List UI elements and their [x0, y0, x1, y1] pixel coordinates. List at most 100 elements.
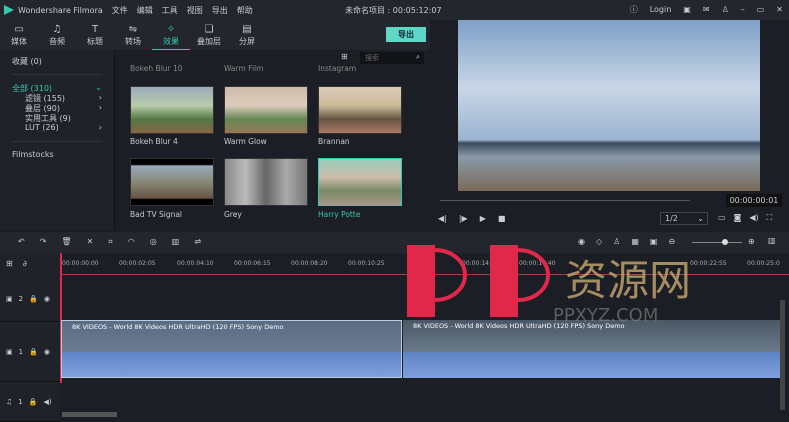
info-icon[interactable]: ⓘ	[630, 4, 638, 15]
track-number: 1	[18, 397, 23, 406]
tab-effects[interactable]: ✧ 效果	[152, 20, 190, 50]
link-icon[interactable]: ∂	[23, 259, 27, 269]
effect-thumb-brannan[interactable]	[318, 86, 402, 134]
menu-edit[interactable]: 编辑	[137, 6, 153, 15]
tab-titles[interactable]: T 标题	[76, 20, 114, 50]
effect-thumb-bokeh-blur-4[interactable]	[130, 86, 214, 134]
timeline-horizontal-scrollbar[interactable]	[62, 412, 117, 417]
all-label: 全部 (310)	[12, 84, 53, 93]
notification-icon[interactable]: ♙	[722, 5, 729, 14]
track-number: 1	[18, 347, 24, 356]
sidebar-item-filters[interactable]: 滤镜 (155) ›	[12, 93, 102, 103]
favorites-label: 收藏 (0)	[12, 57, 42, 66]
effect-thumb-bad-tv-signal[interactable]	[130, 158, 214, 206]
effects-icon: ✧	[166, 24, 176, 35]
timeline-vertical-scrollbar[interactable]	[780, 300, 785, 410]
zoom-out-icon[interactable]: ⊖	[668, 237, 675, 246]
menu-help[interactable]: 帮助	[237, 6, 253, 15]
pip-icon[interactable]: ▣	[650, 237, 658, 246]
effect-thumb-grey[interactable]	[224, 158, 308, 206]
panel-toggle-icon[interactable]: ▥	[768, 236, 776, 245]
effect-thumb-warm-glow[interactable]	[224, 86, 308, 134]
divider	[12, 141, 102, 142]
lock-icon[interactable]: 🔒	[29, 348, 38, 356]
grid-view-icon[interactable]: ⊞	[341, 52, 348, 61]
tab-label: 音频	[49, 37, 65, 46]
voiceover-icon[interactable]: ♙	[613, 237, 620, 246]
preview-video	[458, 20, 760, 191]
snapshot-icon[interactable]: ◙	[734, 213, 742, 223]
zoom-in-icon[interactable]: ⊕	[748, 237, 755, 246]
item-label: 实用工具 (9)	[25, 114, 71, 123]
zoom-slider[interactable]	[692, 239, 742, 245]
timeline-ruler[interactable]: 00:00:00:00 00:00:02:05 00:00:04:10 00:0…	[60, 253, 789, 275]
title-icon: T	[91, 24, 99, 35]
export-button[interactable]: 导出	[386, 27, 426, 42]
minimize-button[interactable]: –	[741, 5, 745, 14]
stop-button[interactable]: ■	[498, 214, 506, 223]
speed-icon[interactable]: ◠	[128, 237, 135, 247]
prev-frame-button[interactable]: ◀|	[438, 214, 447, 223]
lock-icon[interactable]: 🔒	[29, 295, 38, 303]
edit-tools: ↶ ↷ 🗑 ✕ ⌗ ◠ ◎ ▥ ⇌	[18, 237, 201, 247]
menu-export[interactable]: 导出	[212, 6, 228, 15]
lock-icon[interactable]: 🔒	[29, 398, 38, 406]
tab-media[interactable]: ▭ 媒体	[0, 20, 38, 50]
mail-icon[interactable]: ✉	[703, 5, 710, 14]
search-input[interactable]: 搜索	[360, 52, 424, 64]
audio-mixer-icon[interactable]: ▦	[631, 237, 639, 246]
login-link[interactable]: Login	[650, 5, 672, 14]
cut-icon[interactable]: ✕	[87, 237, 94, 247]
tab-transitions[interactable]: ⇋ 转场	[114, 20, 152, 50]
sidebar-item-all[interactable]: 全部 (310) ⌄	[12, 83, 102, 93]
tab-split-screen[interactable]: ▤ 分屏	[228, 20, 266, 50]
search-icon[interactable]: ⌕	[416, 53, 420, 62]
volume-icon[interactable]: ◀)	[749, 213, 758, 223]
undo-icon[interactable]: ↶	[18, 237, 25, 247]
video-clip[interactable]: 8K VIDEOS - World 8K Videos HDR UltraHD …	[61, 320, 402, 378]
green-screen-icon[interactable]: ▥	[172, 237, 180, 247]
zoom-slider-handle[interactable]	[722, 239, 728, 245]
redo-icon[interactable]: ↷	[40, 237, 47, 247]
fullscreen-icon[interactable]: ⛶	[767, 213, 773, 223]
render-icon[interactable]: ◉	[578, 237, 585, 246]
crop-icon[interactable]: ⌗	[108, 237, 113, 247]
tab-label: 转场	[125, 37, 141, 46]
tab-label: 媒体	[11, 37, 27, 46]
marker-icon[interactable]: ◇	[596, 237, 602, 246]
menu-tools[interactable]: 工具	[162, 6, 178, 15]
video-clip[interactable]: 8K VIDEOS - World 8K Videos HDR UltraHD …	[403, 320, 781, 378]
chevron-right-icon: ›	[98, 93, 102, 102]
tick-label: 00:00:00:00	[62, 260, 99, 267]
track-header-audio-1: ♫ 1 🔒 ◀)	[0, 382, 60, 422]
tab-overlays[interactable]: ❏ 叠加层	[190, 20, 228, 50]
tab-audio[interactable]: ♫ 音频	[38, 20, 76, 50]
audio-adjust-icon[interactable]: ⇌	[194, 237, 201, 247]
color-icon[interactable]: ◎	[150, 237, 157, 247]
purchase-icon[interactable]: ▣	[683, 5, 691, 14]
display-icon[interactable]: ▭	[718, 213, 726, 223]
playback-controls: ◀| |▶ ▶ ■	[438, 214, 505, 223]
sidebar-item-favorites[interactable]: 收藏 (0)	[12, 56, 102, 66]
tick-label: 00:00:06:15	[234, 260, 271, 267]
preview-scrubber[interactable]	[440, 200, 690, 201]
menu-view[interactable]: 视图	[187, 6, 203, 15]
menu-file[interactable]: 文件	[112, 6, 128, 15]
sidebar-item-utility[interactable]: 实用工具 (9)	[12, 113, 102, 123]
preview-quality-select[interactable]: 1/2 ⌄	[660, 212, 708, 225]
close-button[interactable]: ✕	[776, 5, 783, 14]
maximize-button[interactable]: ▭	[757, 5, 765, 14]
delete-icon[interactable]: 🗑	[61, 237, 71, 247]
add-track-icon[interactable]: ⊞	[6, 259, 13, 269]
speaker-icon[interactable]: ◀)	[43, 398, 51, 406]
play-button[interactable]: ▶	[480, 214, 486, 223]
eye-icon[interactable]: ◉	[44, 348, 50, 356]
play-reverse-button[interactable]: |▶	[459, 214, 468, 223]
sidebar-item-overlays[interactable]: 叠层 (90) ›	[12, 103, 102, 113]
chevron-right-icon: ›	[98, 103, 102, 112]
eye-icon[interactable]: ◉	[44, 295, 50, 303]
sidebar-item-filmstocks[interactable]: Filmstocks	[12, 150, 102, 160]
effect-thumb-harry-potter[interactable]	[318, 158, 402, 206]
tab-label: 分屏	[239, 37, 255, 46]
sidebar-item-lut[interactable]: LUT (26) ›	[12, 123, 102, 133]
